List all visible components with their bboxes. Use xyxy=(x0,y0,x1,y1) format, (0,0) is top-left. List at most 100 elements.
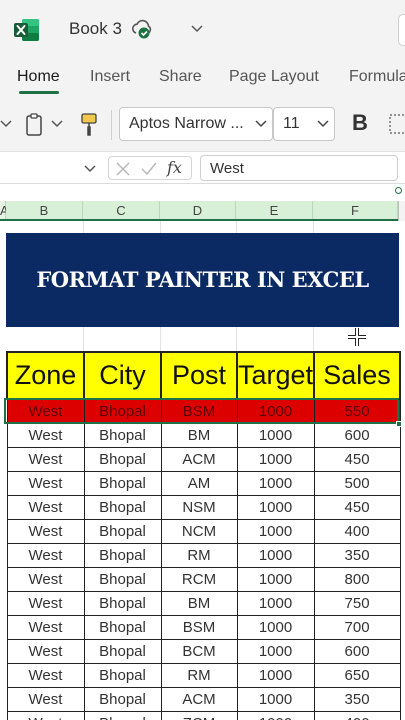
cell-post[interactable]: NCM xyxy=(160,518,238,544)
cell-post[interactable]: ACM xyxy=(160,686,238,712)
cell-city[interactable]: Bhopal xyxy=(83,566,162,592)
cell-sales[interactable]: 700 xyxy=(313,614,401,640)
excel-icon[interactable] xyxy=(14,18,40,42)
header-target[interactable]: Target xyxy=(235,351,316,400)
cell-city[interactable]: Bhopal xyxy=(83,446,162,472)
cell-post[interactable]: BM xyxy=(160,590,238,616)
cell-zone[interactable]: West xyxy=(6,422,85,448)
cell-sales[interactable]: 600 xyxy=(313,422,401,448)
cell-target[interactable]: 1000 xyxy=(236,518,315,544)
cell-zone[interactable]: West xyxy=(6,542,85,568)
cell-zone[interactable]: West xyxy=(6,566,85,592)
cell-post[interactable]: AM xyxy=(160,470,238,496)
tab-formulas[interactable]: Formulas xyxy=(349,68,405,86)
formula-bar-resize-handle[interactable] xyxy=(395,187,402,194)
cell-zone[interactable]: West xyxy=(6,686,85,712)
cell-target[interactable]: 1000 xyxy=(236,590,315,616)
header-city[interactable]: City xyxy=(83,351,162,400)
cell-sales[interactable]: 600 xyxy=(313,638,401,664)
cell-post[interactable]: RCM xyxy=(160,566,238,592)
cell-city[interactable]: Bhopal xyxy=(83,422,162,448)
cell-post[interactable]: ACM xyxy=(160,446,238,472)
cell-sales[interactable]: 350 xyxy=(313,686,401,712)
column-header-f[interactable]: F xyxy=(313,201,398,221)
format-painter-icon[interactable] xyxy=(78,112,100,138)
cell-target[interactable]: 1000 xyxy=(236,614,315,640)
cell-target[interactable]: 1000 xyxy=(236,638,315,664)
cell-sales[interactable]: 750 xyxy=(313,590,401,616)
chevron-down-icon[interactable] xyxy=(189,20,205,36)
column-header-d[interactable]: D xyxy=(160,201,236,221)
cell-sales[interactable]: 650 xyxy=(313,662,401,688)
fill-handle[interactable] xyxy=(396,421,402,427)
cell-zone[interactable]: West xyxy=(6,590,85,616)
name-box-chevron-icon[interactable] xyxy=(82,160,98,176)
paste-options-chevron-icon[interactable] xyxy=(50,118,64,130)
cell-target[interactable]: 1000 xyxy=(236,494,315,520)
cell-sales[interactable]: 800 xyxy=(313,566,401,592)
cell-sales[interactable]: 400 xyxy=(313,518,401,544)
cell-post[interactable]: BSM xyxy=(160,614,238,640)
cell-zone[interactable]: West xyxy=(6,470,85,496)
borders-icon[interactable] xyxy=(388,112,405,136)
cell-target[interactable]: 1000 xyxy=(236,446,315,472)
cell-zone[interactable]: West xyxy=(6,710,85,720)
cell-post[interactable]: RM xyxy=(160,542,238,568)
cell-target[interactable]: 1000 xyxy=(236,710,315,720)
cell-target[interactable]: 1000 xyxy=(236,542,315,568)
cell-zone[interactable]: West xyxy=(6,614,85,640)
bold-button[interactable]: B xyxy=(352,110,368,136)
cell-post[interactable]: RM xyxy=(160,662,238,688)
cell-zone[interactable]: West xyxy=(6,662,85,688)
column-header-e[interactable]: E xyxy=(236,201,313,221)
clipboard-icon[interactable] xyxy=(24,113,44,137)
column-header-b[interactable]: B xyxy=(6,201,83,221)
title-banner[interactable]: FORMAT PAINTER IN EXCEL xyxy=(6,233,399,327)
cell-post[interactable]: ZCM xyxy=(160,710,238,720)
cell-target[interactable]: 1000 xyxy=(236,470,315,496)
cell-city[interactable]: Bhopal xyxy=(83,710,162,720)
column-header-c[interactable]: C xyxy=(83,201,160,221)
cell-city[interactable]: Bhopal xyxy=(83,614,162,640)
cell-sales[interactable]: 350 xyxy=(313,542,401,568)
account-button[interactable] xyxy=(398,14,405,46)
tab-page-layout[interactable]: Page Layout xyxy=(229,68,319,86)
cell-zone[interactable]: West xyxy=(6,446,85,472)
cell-sales[interactable]: 500 xyxy=(313,470,401,496)
cell-city[interactable]: Bhopal xyxy=(83,470,162,496)
tab-share[interactable]: Share xyxy=(159,68,202,86)
cell-sales[interactable]: 400 xyxy=(313,710,401,720)
cell-target[interactable]: 1000 xyxy=(236,566,315,592)
header-post[interactable]: Post xyxy=(160,351,238,400)
cell-zone[interactable]: West xyxy=(6,638,85,664)
formula-input[interactable]: West xyxy=(200,155,398,181)
cell-city[interactable]: Bhopal xyxy=(83,686,162,712)
header-zone[interactable]: Zone xyxy=(6,351,85,400)
chevron-left-icon[interactable] xyxy=(0,116,14,132)
cell-city[interactable]: Bhopal xyxy=(83,662,162,688)
cell-city[interactable]: Bhopal xyxy=(83,518,162,544)
cell-zone[interactable]: West xyxy=(6,494,85,520)
cell-city[interactable]: Bhopal xyxy=(83,542,162,568)
cancel-icon[interactable] xyxy=(115,161,131,177)
tab-insert[interactable]: Insert xyxy=(90,68,130,86)
cloud-saved-icon[interactable] xyxy=(130,18,154,40)
cell-city[interactable]: Bhopal xyxy=(83,638,162,664)
cell-city[interactable]: Bhopal xyxy=(83,494,162,520)
cell-zone[interactable]: West xyxy=(6,518,85,544)
cell-target[interactable]: 1000 xyxy=(236,662,315,688)
cell-target[interactable]: 1000 xyxy=(236,422,315,448)
cell-post[interactable]: NSM xyxy=(160,494,238,520)
insert-function-button[interactable]: fx xyxy=(167,158,182,177)
tab-home[interactable]: Home xyxy=(17,68,60,86)
cell-target[interactable]: 1000 xyxy=(236,686,315,712)
cell-post[interactable]: BM xyxy=(160,422,238,448)
cell-post[interactable]: BCM xyxy=(160,638,238,664)
cell-sales[interactable]: 450 xyxy=(313,494,401,520)
font-name-select[interactable]: Aptos Narrow ... xyxy=(119,107,273,141)
cell-city[interactable]: Bhopal xyxy=(83,590,162,616)
cell-sales[interactable]: 450 xyxy=(313,446,401,472)
font-size-select[interactable]: 11 xyxy=(273,107,335,141)
enter-check-icon[interactable] xyxy=(140,161,158,177)
workbook-title[interactable]: Book 3 xyxy=(69,19,122,39)
